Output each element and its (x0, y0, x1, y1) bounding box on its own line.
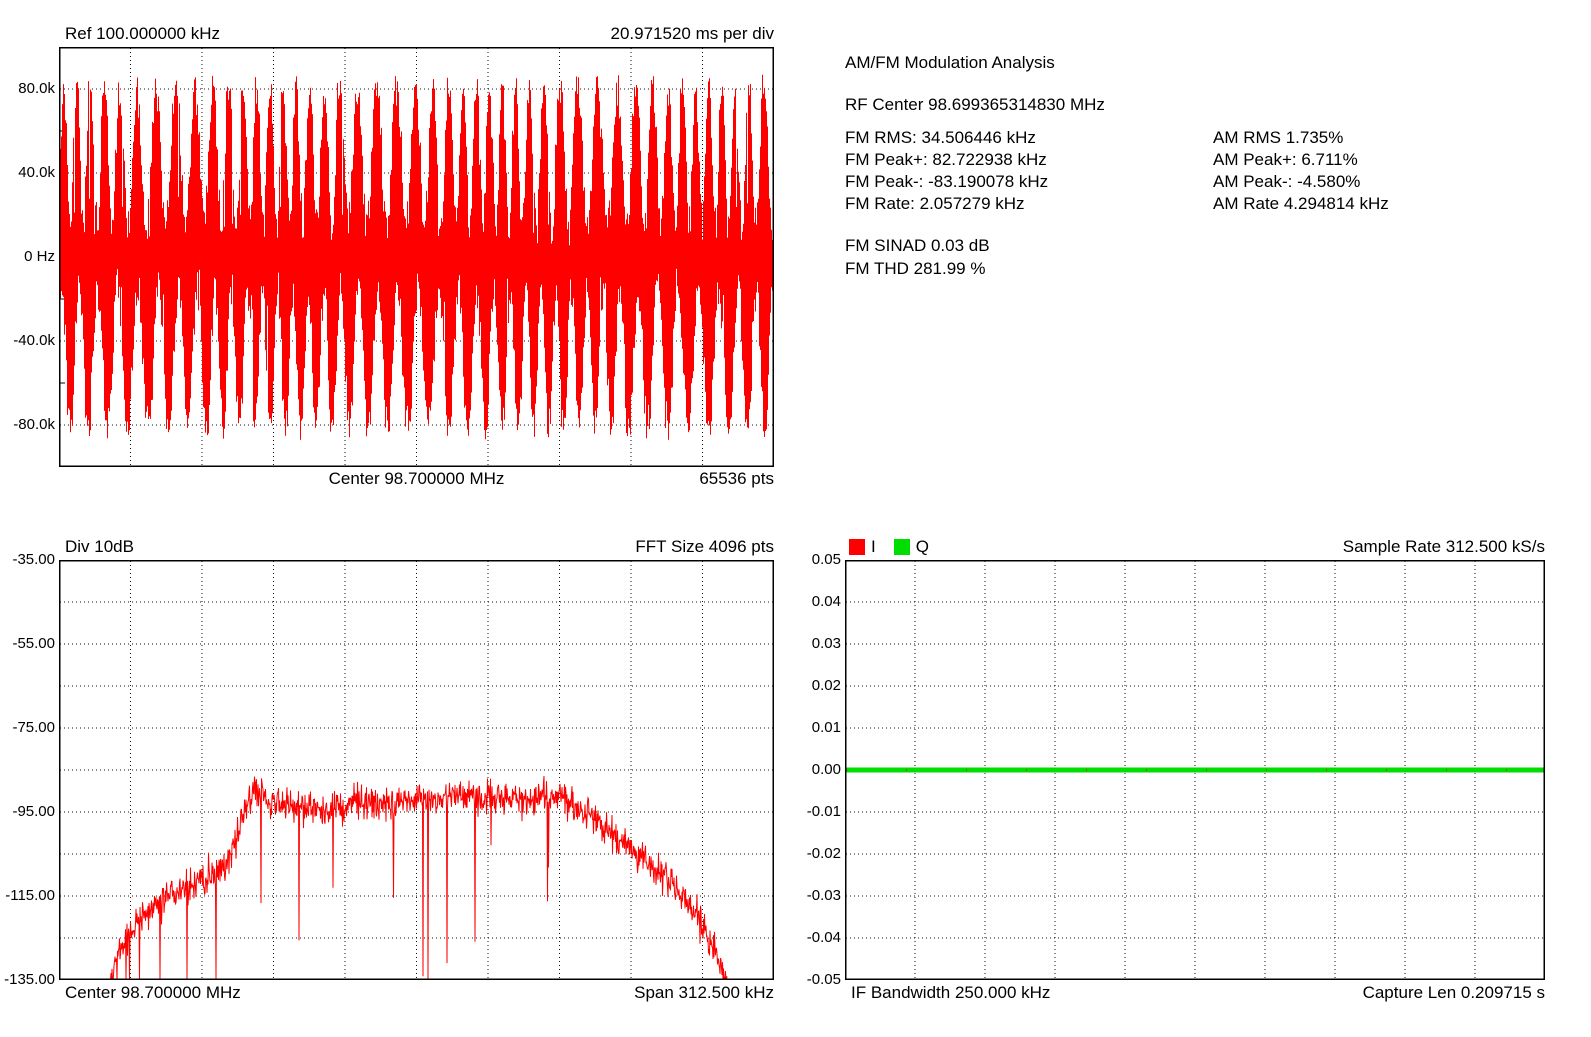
legend-q-label: Q (915, 537, 929, 556)
iq-footer: IF Bandwidth 250.000 kHz Capture Len 0.2… (845, 983, 1545, 1003)
fm-y-tick: 80.0k (18, 80, 55, 97)
spectrum-plot[interactable] (59, 560, 774, 980)
iq-y-tick: -0.05 (806, 971, 841, 988)
legend-i-label: I (871, 537, 876, 556)
iq-legend: I Q (849, 537, 929, 557)
analysis-title: AM/FM Modulation Analysis (845, 53, 1055, 72)
spectrum-y-axis-ticks: -35.00 -55.00 -75.00 -95.00 -115.00 -135.00 (0, 551, 55, 988)
fm-thd-readout: FM THD 281.99 % (845, 259, 986, 278)
spectrum-y-tick: -95.00 (12, 803, 55, 820)
am-peak-pos-readout: AM Peak+: 6.711% (1213, 150, 1358, 169)
iq-y-tick: 0.01 (811, 719, 841, 736)
fm-points-label: 65536 pts (699, 469, 774, 488)
iq-header: I Q Sample Rate 312.500 kS/s (845, 537, 1545, 557)
legend-q-swatch (893, 539, 910, 555)
fm-scope-footer: Center 98.700000 MHz 65536 pts (59, 469, 774, 489)
spectrum-center-label: Center 98.700000 MHz (65, 983, 241, 1002)
am-stats-column: AM RMS 1.735% AM Peak+: 6.711% AM Peak-:… (1213, 127, 1389, 215)
iq-y-tick: 0.03 (811, 635, 841, 652)
spectrum-footer: Center 98.700000 MHz Span 312.500 kHz (59, 983, 774, 1003)
spectrum-y-tick: -135.00 (4, 971, 55, 988)
iq-y-tick: -0.01 (806, 803, 841, 820)
spectrum-y-tick: -55.00 (12, 635, 55, 652)
spectrum-y-tick: -75.00 (12, 719, 55, 736)
fm-stats-column: FM RMS: 34.506446 kHz FM Peak+: 82.72293… (845, 127, 1048, 215)
spectrum-y-tick: -115.00 (5, 887, 55, 904)
spectrum-y-tick: -35.00 (12, 551, 55, 568)
fm-y-tick: 0 Hz (24, 248, 55, 265)
iq-capture-len-label: Capture Len 0.209715 s (1362, 983, 1545, 1002)
rf-center-readout: RF Center 98.699365314830 MHz (845, 95, 1105, 114)
fm-y-tick: 40.0k (18, 164, 55, 181)
iq-sample-rate-label: Sample Rate 312.500 kS/s (1342, 537, 1545, 556)
fm-y-tick: -40.0k (13, 332, 55, 349)
fm-demod-plot[interactable] (59, 47, 774, 467)
modulation-analyzer-window: { "app": { "background": "#ffffff", "tra… (0, 0, 1591, 1037)
iq-plot[interactable] (845, 560, 1545, 980)
iq-y-tick: 0.02 (811, 677, 841, 694)
iq-y-tick: -0.04 (806, 929, 841, 946)
fm-rate-readout: FM Rate: 2.057279 kHz (845, 194, 1025, 213)
iq-y-tick: 0.00 (811, 761, 841, 778)
fm-peak-neg-readout: FM Peak-: -83.190078 kHz (845, 172, 1049, 191)
fm-rms-readout: FM RMS: 34.506446 kHz (845, 128, 1036, 147)
iq-y-tick: 0.04 (811, 593, 841, 610)
spectrum-header: Div 10dB FFT Size 4096 pts (59, 537, 774, 557)
spectrum-div-label: Div 10dB (65, 537, 134, 556)
fm-sinad-readout: FM SINAD 0.03 dB (845, 236, 990, 255)
am-rate-readout: AM Rate 4.294814 kHz (1213, 194, 1389, 213)
fm-peak-pos-readout: FM Peak+: 82.722938 kHz (845, 150, 1047, 169)
fm-ref-label: Ref 100.000000 kHz (65, 24, 220, 43)
fm-y-tick: -80.0k (13, 416, 55, 433)
am-peak-neg-readout: AM Peak-: -4.580% (1213, 172, 1361, 191)
iq-y-tick: 0.05 (811, 551, 841, 568)
fm-per-div-label: 20.971520 ms per div (610, 24, 775, 43)
legend-i-swatch (849, 539, 865, 555)
iq-y-tick: -0.02 (806, 845, 841, 862)
iq-if-bandwidth-label: IF Bandwidth 250.000 kHz (851, 983, 1051, 1002)
iq-y-tick: -0.03 (806, 887, 841, 904)
spectrum-span-label: Span 312.500 kHz (634, 983, 774, 1002)
am-rms-readout: AM RMS 1.735% (1213, 128, 1344, 147)
iq-y-axis-ticks: 0.05 0.04 0.03 0.02 0.01 0.00 -0.01 -0.02 -0.03 -… (771, 551, 841, 988)
fm-scope-header: Ref 100.000000 kHz 20.971520 ms per div (59, 24, 774, 44)
spectrum-fft-size-label: FFT Size 4096 pts (635, 537, 774, 556)
fm-y-axis-ticks: 80.0k 40.0k 0 Hz -40.0k -80.0k (0, 47, 55, 467)
fm-center-label: Center 98.700000 MHz (328, 469, 505, 488)
